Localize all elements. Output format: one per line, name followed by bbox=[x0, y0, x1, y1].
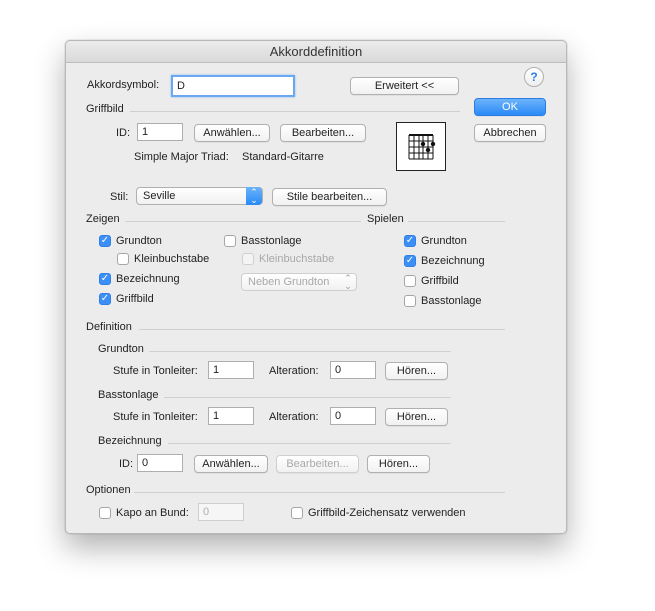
griffbild-bearbeiten-button[interactable]: Bearbeiten... bbox=[280, 124, 366, 142]
divider bbox=[149, 351, 451, 352]
stil-label: Stil: bbox=[110, 191, 129, 203]
bezeichnung-id-input[interactable]: 0 bbox=[137, 454, 183, 472]
help-icon[interactable]: question-icon? bbox=[524, 67, 544, 87]
bezeichnung-anwaehlen-button[interactable]: Anwählen... bbox=[194, 455, 268, 473]
spielen-griffbild-label: Griffbild bbox=[421, 275, 459, 287]
akkordsymbol-input[interactable]: D bbox=[171, 75, 295, 97]
zeigen-grundton-checkbox[interactable]: ✓ bbox=[99, 235, 111, 247]
check-icon: ✓ bbox=[100, 293, 110, 304]
stil-select[interactable]: Seville ⌃ ⌄ bbox=[136, 187, 263, 205]
grundton-stufe-label: Stufe in Tonleiter: bbox=[113, 365, 198, 377]
zeichensatz-checkbox[interactable] bbox=[291, 507, 303, 519]
bass-position-value: Neben Grundton bbox=[248, 276, 330, 288]
griffbild-id-input[interactable]: 1 bbox=[137, 123, 183, 141]
divider bbox=[130, 111, 460, 112]
zeigen-grundton-label: Grundton bbox=[116, 235, 162, 247]
zeichensatz-label: Griffbild-Zeichensatz verwenden bbox=[308, 507, 466, 519]
zeigen-basstonlage-label: Basstonlage bbox=[241, 235, 302, 247]
spielen-basstonlage-label: Basstonlage bbox=[421, 295, 482, 307]
dialog-window: Akkorddefinition Akkordsymbol: D Erweite… bbox=[65, 40, 567, 534]
section-basstonlage: Basstonlage bbox=[98, 389, 159, 401]
bass-stufe-input[interactable]: 1 bbox=[208, 407, 254, 425]
spielen-griffbild-checkbox[interactable] bbox=[404, 275, 416, 287]
section-griffbild: Griffbild bbox=[86, 103, 124, 115]
zeigen-bezeichnung-label: Bezeichnung bbox=[116, 273, 180, 285]
zeigen-griffbild-checkbox[interactable]: ✓ bbox=[99, 293, 111, 305]
grundton-hoeren-button[interactable]: Hören... bbox=[385, 362, 448, 380]
ok-button[interactable]: OK bbox=[474, 98, 546, 116]
bass-alteration-input[interactable]: 0 bbox=[330, 407, 376, 425]
bass-hoeren-button[interactable]: Hören... bbox=[385, 408, 448, 426]
divider bbox=[139, 329, 505, 330]
grundton-alteration-label: Alteration: bbox=[269, 365, 319, 377]
zeigen-basstonlage-checkbox[interactable] bbox=[224, 235, 236, 247]
divider bbox=[168, 443, 451, 444]
grundton-stufe-input[interactable]: 1 bbox=[208, 361, 254, 379]
zeigen-kleinbuchstabe-checkbox[interactable] bbox=[117, 253, 129, 265]
erweitert-button[interactable]: Erweitert << bbox=[350, 77, 459, 95]
stile-bearbeiten-button[interactable]: Stile bearbeiten... bbox=[272, 188, 387, 206]
check-icon: ✓ bbox=[405, 235, 415, 246]
zeigen-bezeichnung-checkbox[interactable]: ✓ bbox=[99, 273, 111, 285]
griffbild-anwaehlen-button[interactable]: Anwählen... bbox=[194, 124, 270, 142]
kapo-input[interactable]: 0 bbox=[198, 503, 244, 521]
divider bbox=[408, 221, 505, 222]
section-zeigen: Zeigen bbox=[86, 213, 120, 225]
bass-position-select[interactable]: Neben Grundton ⌃ ⌄ bbox=[241, 273, 357, 291]
zeigen-bass-kleinbuchstabe-checkbox[interactable] bbox=[242, 253, 254, 265]
window-title: Akkorddefinition bbox=[66, 41, 566, 63]
bezeichnung-hoeren-button[interactable]: Hören... bbox=[367, 455, 430, 473]
spielen-grundton-checkbox[interactable]: ✓ bbox=[404, 235, 416, 247]
check-icon: ✓ bbox=[405, 255, 415, 266]
section-bezeichnung: Bezeichnung bbox=[98, 435, 162, 447]
spielen-grundton-label: Grundton bbox=[421, 235, 467, 247]
chevron-updown-icon: ⌃ ⌄ bbox=[344, 273, 352, 291]
section-grundton: Grundton bbox=[98, 343, 144, 355]
bass-alteration-label: Alteration: bbox=[269, 411, 319, 423]
check-icon: ✓ bbox=[100, 235, 110, 246]
chevron-updown-icon: ⌃ ⌄ bbox=[246, 187, 262, 205]
kapo-label: Kapo an Bund: bbox=[116, 507, 189, 519]
zeigen-kleinbuchstabe-label: Kleinbuchstabe bbox=[134, 253, 210, 265]
divider bbox=[164, 397, 451, 398]
section-definition: Definition bbox=[86, 321, 132, 333]
check-icon: ✓ bbox=[100, 273, 110, 284]
divider bbox=[134, 492, 505, 493]
spielen-bezeichnung-label: Bezeichnung bbox=[421, 255, 485, 267]
bass-stufe-label: Stufe in Tonleiter: bbox=[113, 411, 198, 423]
bezeichnung-bearbeiten-button[interactable]: Bearbeiten... bbox=[276, 455, 359, 473]
stil-select-value: Seville bbox=[143, 190, 176, 202]
zeigen-griffbild-label: Griffbild bbox=[116, 293, 154, 305]
spielen-basstonlage-checkbox[interactable] bbox=[404, 295, 416, 307]
zeigen-bass-kleinbuchstabe-label: Kleinbuchstabe bbox=[259, 253, 335, 265]
spielen-bezeichnung-checkbox[interactable]: ✓ bbox=[404, 255, 416, 267]
griffbild-id-label: ID: bbox=[116, 127, 131, 139]
griffbild-instrument: Standard-Gitarre bbox=[242, 151, 324, 163]
section-spielen: Spielen bbox=[367, 213, 404, 225]
griffbild-name: Simple Major Triad: bbox=[134, 151, 229, 163]
chord-diagram-graphic bbox=[408, 134, 436, 160]
abbrechen-button[interactable]: Abbrechen bbox=[474, 124, 546, 142]
chord-diagram bbox=[396, 122, 446, 171]
section-optionen: Optionen bbox=[86, 484, 131, 496]
divider bbox=[125, 221, 361, 222]
bezeichnung-id-label: ID: bbox=[119, 458, 134, 470]
grundton-alteration-input[interactable]: 0 bbox=[330, 361, 376, 379]
kapo-checkbox[interactable] bbox=[99, 507, 111, 519]
akkordsymbol-label: Akkordsymbol: bbox=[87, 79, 160, 91]
